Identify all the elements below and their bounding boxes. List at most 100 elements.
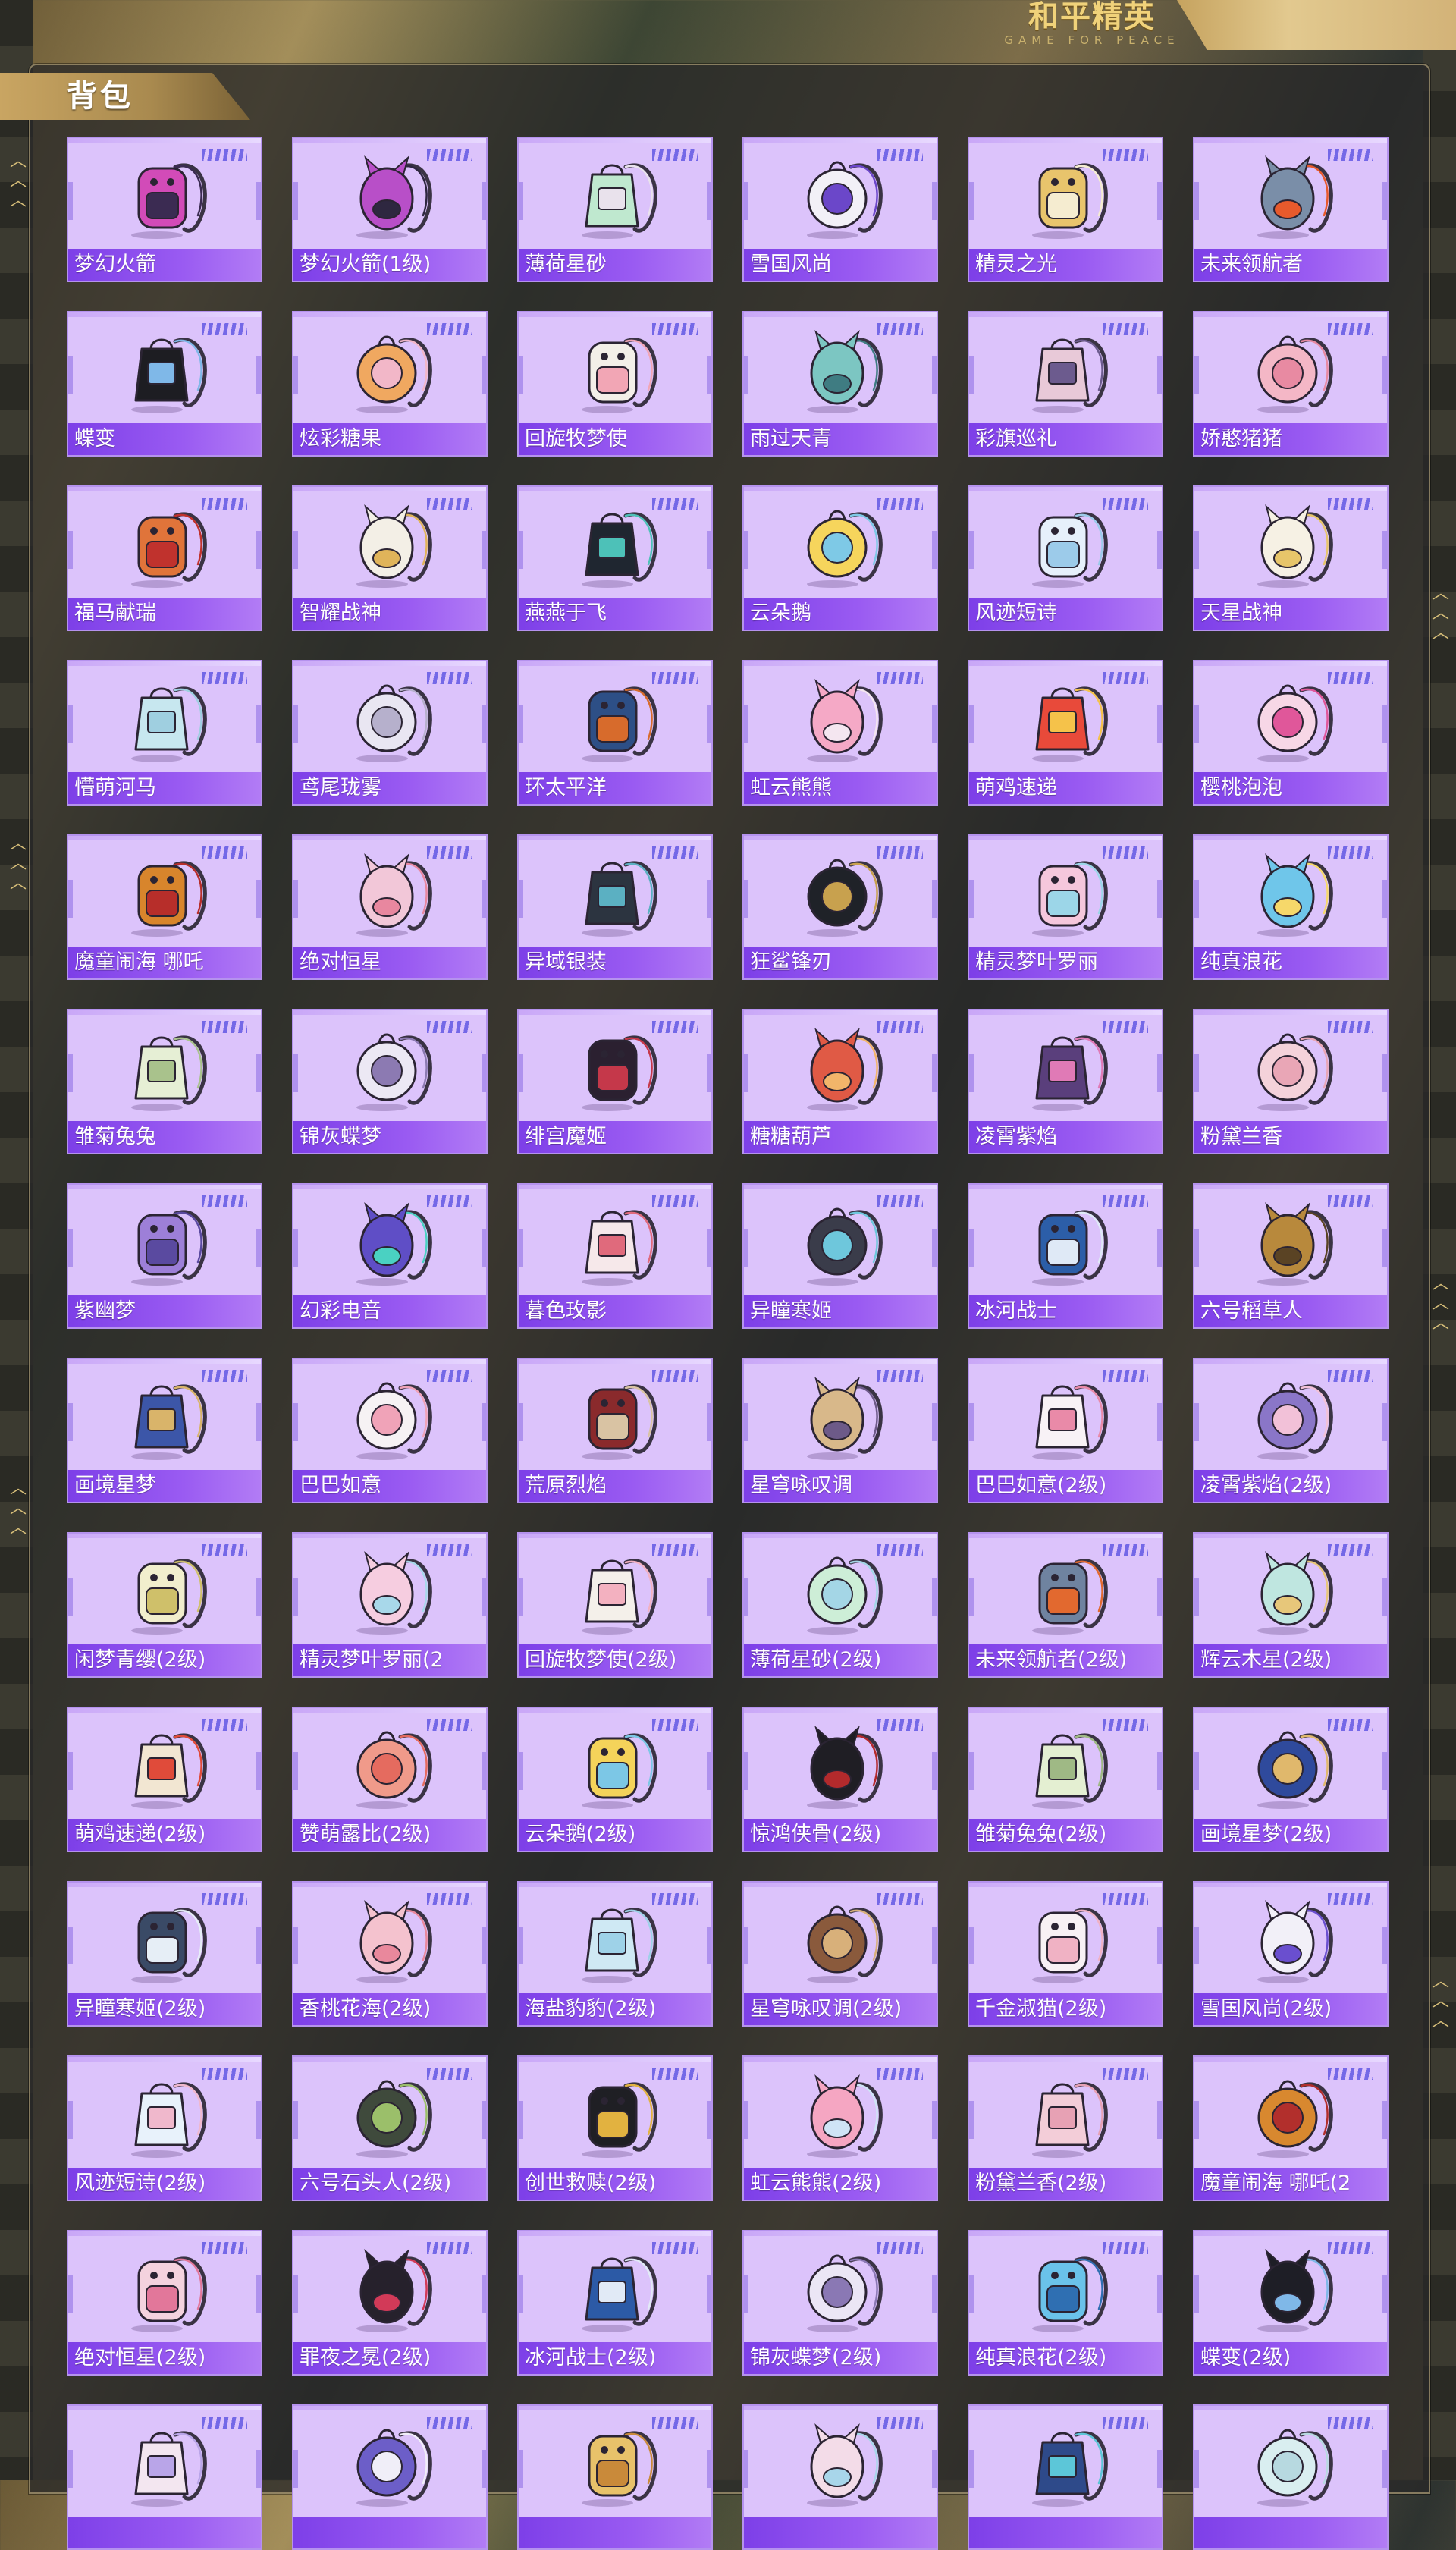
card-side-bar — [969, 2450, 974, 2488]
card-side-bar — [68, 1752, 73, 1790]
backpack-item-card[interactable]: 赞萌露比(2级) — [292, 1707, 488, 1852]
card-side-bar — [744, 880, 748, 918]
backpack-item-card[interactable]: 荒原烈焰 — [517, 1358, 713, 1503]
backpack-item-card[interactable]: 天星战神 — [1193, 485, 1389, 631]
backpack-item-card[interactable]: 锦灰蝶梦 — [292, 1009, 488, 1154]
backpack-item-card[interactable]: 薄荷星砂 — [517, 137, 713, 282]
backpack-icon — [807, 330, 883, 413]
card-side-bar — [707, 880, 711, 918]
backpack-item-card[interactable]: 绝对恒星 — [292, 834, 488, 980]
backpack-item-card[interactable]: 云朵鹅 — [742, 485, 938, 631]
backpack-item-card[interactable]: 罪夜之冕(2级) — [292, 2230, 488, 2376]
backpack-item-card[interactable]: 福马献瑞 — [67, 485, 262, 631]
card-highlight — [68, 312, 261, 317]
backpack-item-card[interactable]: 懵萌河马 — [67, 660, 262, 806]
backpack-item-card[interactable]: 蝶变(2级) — [1193, 2230, 1389, 2376]
backpack-item-card[interactable]: 纯真浪花(2级) — [968, 2230, 1163, 2376]
backpack-item-card[interactable]: 鸢尾珑雾 — [292, 660, 488, 806]
card-side-bar — [68, 182, 73, 220]
backpack-item-card[interactable]: 蝶变 — [67, 311, 262, 457]
backpack-item-card[interactable]: 辉云木星(2级) — [1193, 1532, 1389, 1678]
backpack-item-name: 未来领航者 — [1194, 249, 1387, 281]
backpack-item-card[interactable]: 锦灰蝶梦(2级) — [742, 2230, 938, 2376]
backpack-item-card[interactable]: 雏菊兔兔(2级) — [968, 1707, 1163, 1852]
backpack-icon — [1032, 2256, 1108, 2332]
backpack-item-name: 智耀战神 — [293, 598, 486, 630]
backpack-item-card[interactable]: 精灵梦叶罗丽 — [968, 834, 1163, 980]
backpack-item-card[interactable]: 魔童闹海 哪吒(2 — [1193, 2055, 1389, 2201]
backpack-item-card[interactable] — [292, 2404, 488, 2550]
backpack-item-card[interactable]: 糖糖葫芦 — [742, 1009, 938, 1154]
backpack-item-card[interactable]: 海盐豹豹(2级) — [517, 1881, 713, 2027]
backpack-item-card[interactable]: 创世救赎(2级) — [517, 2055, 713, 2201]
backpack-item-card[interactable] — [517, 2404, 713, 2550]
backpack-item-card[interactable]: 巴巴如意(2级) — [968, 1358, 1163, 1503]
backpack-item-card[interactable]: 雪国风尚 — [742, 137, 938, 282]
backpack-item-card[interactable]: 彩旗巡礼 — [968, 311, 1163, 457]
backpack-item-card[interactable]: 巴巴如意 — [292, 1358, 488, 1503]
backpack-item-card[interactable]: 雨过天青 — [742, 311, 938, 457]
backpack-item-card[interactable]: 异瞳寒姬(2级) — [67, 1881, 262, 2027]
backpack-item-card[interactable] — [968, 2404, 1163, 2550]
backpack-item-card[interactable]: 画境星梦 — [67, 1358, 262, 1503]
backpack-item-card[interactable]: 异瞳寒姬 — [742, 1183, 938, 1329]
backpack-item-card[interactable]: 粉黛兰香(2级) — [968, 2055, 1163, 2201]
backpack-item-card[interactable]: 暮色玫影 — [517, 1183, 713, 1329]
backpack-item-card[interactable]: 萌鸡速递 — [968, 660, 1163, 806]
backpack-item-card[interactable]: 惊鸿侠骨(2级) — [742, 1707, 938, 1852]
backpack-item-card[interactable]: 闲梦青缨(2级) — [67, 1532, 262, 1678]
backpack-item-card[interactable]: 炫彩糖果 — [292, 311, 488, 457]
backpack-item-card[interactable]: 星穹咏叹调 — [742, 1358, 938, 1503]
backpack-item-card[interactable]: 六号石头人(2级) — [292, 2055, 488, 2201]
backpack-item-card[interactable]: 风迹短诗 — [968, 485, 1163, 631]
backpack-item-card[interactable]: 环太平洋 — [517, 660, 713, 806]
backpack-item-card[interactable]: 冰河战士 — [968, 1183, 1163, 1329]
backpack-item-card[interactable]: 未来领航者(2级) — [968, 1532, 1163, 1678]
backpack-item-card[interactable]: 绯宫魔姬 — [517, 1009, 713, 1154]
card-highlight — [1194, 1359, 1387, 1364]
backpack-item-card[interactable]: 狂鲨锋刃 — [742, 834, 938, 980]
backpack-item-card[interactable]: 凌霄紫焰(2级) — [1193, 1358, 1389, 1503]
backpack-item-card[interactable] — [1193, 2404, 1389, 2550]
backpack-item-card[interactable]: 梦幻火箭 — [67, 137, 262, 282]
backpack-item-card[interactable]: 梦幻火箭(1级) — [292, 137, 488, 282]
backpack-item-card[interactable]: 回旋牧梦使(2级) — [517, 1532, 713, 1678]
backpack-item-card[interactable]: 精灵之光 — [968, 137, 1163, 282]
backpack-item-card[interactable]: 冰河战士(2级) — [517, 2230, 713, 2376]
backpack-item-card[interactable]: 娇憨猪猪 — [1193, 311, 1389, 457]
backpack-item-card[interactable] — [742, 2404, 938, 2550]
backpack-item-name: 锦灰蝶梦(2级) — [744, 2342, 937, 2374]
backpack-item-card[interactable]: 未来领航者 — [1193, 137, 1389, 282]
backpack-item-card[interactable]: 精灵梦叶罗丽(2 — [292, 1532, 488, 1678]
backpack-item-card[interactable]: 雏菊兔兔 — [67, 1009, 262, 1154]
backpack-item-card[interactable]: 幻彩电音 — [292, 1183, 488, 1329]
backpack-item-card[interactable] — [67, 2404, 262, 2550]
backpack-item-card[interactable]: 星穹咏叹调(2级) — [742, 1881, 938, 2027]
backpack-item-card[interactable]: 千金淑猫(2级) — [968, 1881, 1163, 2027]
backpack-item-card[interactable]: 虹云熊熊 — [742, 660, 938, 806]
card-side-bar — [932, 1229, 937, 1267]
backpack-item-card[interactable]: 樱桃泡泡 — [1193, 660, 1389, 806]
backpack-item-card[interactable]: 绝对恒星(2级) — [67, 2230, 262, 2376]
backpack-item-card[interactable]: 凌霄紫焰 — [968, 1009, 1163, 1154]
backpack-item-card[interactable]: 六号稻草人 — [1193, 1183, 1389, 1329]
backpack-item-card[interactable]: 紫幽梦 — [67, 1183, 262, 1329]
backpack-item-card[interactable]: 画境星梦(2级) — [1193, 1707, 1389, 1852]
backpack-item-card[interactable]: 虹云熊熊(2级) — [742, 2055, 938, 2201]
backpack-item-card[interactable]: 回旋牧梦使 — [517, 311, 713, 457]
backpack-item-card[interactable]: 薄荷星砂(2级) — [742, 1532, 938, 1678]
backpack-item-card[interactable]: 魔童闹海 哪吒 — [67, 834, 262, 980]
backpack-item-card[interactable]: 燕燕于飞 — [517, 485, 713, 631]
backpack-item-card[interactable]: 粉黛兰香 — [1193, 1009, 1389, 1154]
backpack-item-card[interactable]: 香桃花海(2级) — [292, 1881, 488, 2027]
backpack-item-card[interactable]: 雪国风尚(2级) — [1193, 1881, 1389, 2027]
backpack-item-card[interactable]: 智耀战神 — [292, 485, 488, 631]
backpack-item-name: 炫彩糖果 — [293, 423, 486, 455]
backpack-icon — [1257, 335, 1333, 413]
backpack-icon — [356, 155, 432, 239]
backpack-item-card[interactable]: 萌鸡速递(2级) — [67, 1707, 262, 1852]
backpack-item-card[interactable]: 云朵鹅(2级) — [517, 1707, 713, 1852]
backpack-item-card[interactable]: 纯真浪花 — [1193, 834, 1389, 980]
backpack-item-card[interactable]: 异域银装 — [517, 834, 713, 980]
backpack-item-card[interactable]: 风迹短诗(2级) — [67, 2055, 262, 2201]
